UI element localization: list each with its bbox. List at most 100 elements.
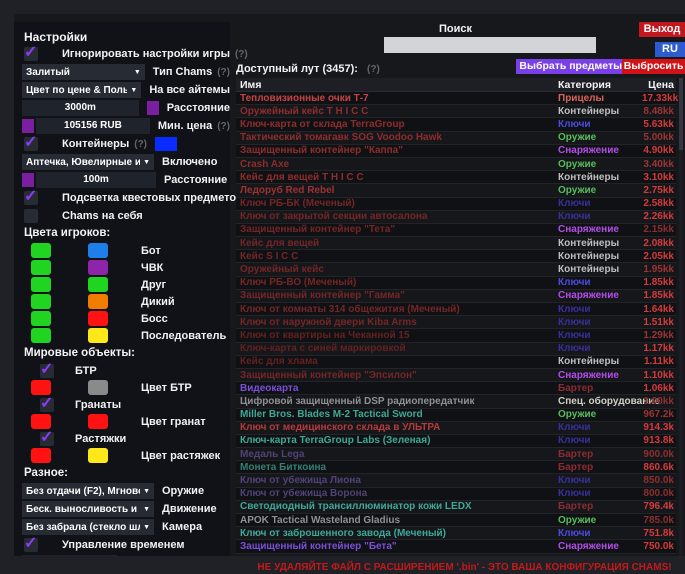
world-object-toggle-row: Гранаты: [22, 396, 230, 413]
world-object-checkbox[interactable]: [40, 398, 54, 412]
loot-item-category: Бартер: [558, 449, 642, 460]
loot-filter-dropdown[interactable]: Аптечка, Ювелирные и... ▼: [22, 154, 154, 170]
camera-dropdown[interactable]: Без забрала (стекло шлема) ▼: [22, 519, 154, 535]
color-swatch[interactable]: [88, 311, 108, 326]
loot-row[interactable]: Тепловизионные очки Т-7Прицелы17.33kk: [236, 92, 676, 105]
loot-row[interactable]: [236, 554, 676, 556]
loot-distance-color-swatch[interactable]: [22, 173, 34, 187]
loot-row[interactable]: Ключ от медицинского склада в УЛЬТРАКлюч…: [236, 422, 676, 435]
loot-item-price: 796.4k: [642, 501, 676, 512]
loot-scrollbar[interactable]: [679, 78, 683, 556]
distance-color-swatch[interactable]: [147, 101, 159, 115]
containers-checkbox[interactable]: [24, 137, 38, 151]
loot-item-category: Ключи: [558, 435, 642, 446]
world-object-checkbox[interactable]: [40, 364, 54, 378]
quest-highlight-checkbox[interactable]: [24, 191, 38, 205]
time-control-checkbox[interactable]: [24, 538, 38, 552]
loot-title-text: Доступный лут (3457):: [236, 63, 358, 75]
color-swatch[interactable]: [88, 243, 108, 258]
player-color-label: Босс: [141, 313, 168, 325]
loot-distance-input[interactable]: 100m: [36, 172, 156, 188]
camera-value: Без забрала (стекло шлема): [26, 522, 140, 533]
loot-row[interactable]: Защищенный контейнер "Бета"Снаряжение750…: [236, 540, 676, 553]
chams-self-checkbox[interactable]: [24, 209, 38, 223]
loot-row[interactable]: Монета БиткоинаБартер860.6k: [236, 461, 676, 474]
all-items-dropdown[interactable]: Цвет по цене & Пользователь ▼: [22, 82, 141, 98]
color-swatch[interactable]: [31, 260, 51, 275]
color-swatch[interactable]: [31, 277, 51, 292]
loot-row[interactable]: Ключ от комнаты 314 общежития (Меченый)К…: [236, 303, 676, 316]
loot-table: Имя Категория Цена Тепловизионные очки Т…: [236, 78, 676, 556]
color-swatch[interactable]: [31, 328, 51, 343]
world-object-label: Гранаты: [75, 399, 121, 411]
loot-row[interactable]: Miller Bros. Blades M-2 Tactical SwordОр…: [236, 409, 676, 422]
loot-item-price: 1.29kk: [642, 330, 676, 341]
chams-type-dropdown[interactable]: Залитый ▼: [22, 64, 145, 80]
loot-row[interactable]: Светодиодный трансиллюминатор кожи LEDXБ…: [236, 501, 676, 514]
color-swatch[interactable]: [88, 380, 108, 395]
color-swatch[interactable]: [88, 294, 108, 309]
loot-row[interactable]: Кейс S I C CКонтейнеры2.05kk: [236, 250, 676, 263]
loot-row[interactable]: Ключ РБ-БК (Меченый)Ключи2.58kk: [236, 198, 676, 211]
loot-title: Доступный лут (3457): (?): [236, 63, 380, 75]
loot-row[interactable]: Ключ-карта от склада TerraGroupКлючи5.63…: [236, 118, 676, 131]
loot-row[interactable]: Ключ от квартиры на Чеканной 15Ключи1.29…: [236, 329, 676, 342]
loot-row[interactable]: Тактический томагавк SOG Voodoo HawkОруж…: [236, 132, 676, 145]
scrollbar-thumb[interactable]: [679, 78, 683, 150]
loot-row[interactable]: Ключ от заброшенного завода (Меченый)Клю…: [236, 527, 676, 540]
drop-all-button[interactable]: Выбросить все: [622, 59, 685, 74]
movement-dropdown[interactable]: Беск. выносливость и нет уста ▼: [22, 501, 154, 517]
distance-input[interactable]: 3000m: [22, 100, 139, 116]
color-swatch[interactable]: [31, 448, 51, 463]
color-swatch[interactable]: [31, 311, 51, 326]
loot-row[interactable]: Ключ от убежища ЛионаКлючи850.0k: [236, 474, 676, 487]
search-input[interactable]: [384, 37, 596, 53]
loot-row[interactable]: Медаль LegaБартер900.0k: [236, 448, 676, 461]
loot-row[interactable]: Ледоруб Red RebelОружие2.75kk: [236, 184, 676, 197]
color-swatch[interactable]: [88, 328, 108, 343]
loot-row[interactable]: Цифровой защищенный DSP радиопередатчикС…: [236, 395, 676, 408]
chams-type-value: Залитый: [26, 67, 70, 78]
exit-button[interactable]: Выход: [639, 22, 685, 37]
ignore-settings-checkbox[interactable]: [24, 47, 38, 61]
loot-item-category: Ключи: [558, 304, 642, 315]
language-button[interactable]: RU: [655, 42, 685, 57]
loot-row[interactable]: Защищенный контейнер "Эпсилон"Снаряжение…: [236, 369, 676, 382]
loot-row[interactable]: APOK Tactical Wasteland GladiusОружие785…: [236, 514, 676, 527]
loot-row[interactable]: Ключ-карта TerraGroup Labs (Зеленая)Ключ…: [236, 435, 676, 448]
color-swatch[interactable]: [31, 294, 51, 309]
loot-row[interactable]: ВидеокартаБартер1.06kk: [236, 382, 676, 395]
loot-item-price: 1.10kk: [642, 370, 676, 381]
color-swatch[interactable]: [31, 243, 51, 258]
hours-input[interactable]: 21h: [22, 555, 117, 556]
color-swatch[interactable]: [88, 448, 108, 463]
player-color-row: Дикий: [22, 293, 230, 310]
loot-row[interactable]: Защищенный контейнер "Гамма"Снаряжение1.…: [236, 290, 676, 303]
loot-row[interactable]: Ключ РБ-ВО (Меченый)Ключи1.85kk: [236, 277, 676, 290]
loot-row[interactable]: Ключ от наружной двери Kiba ArmsКлючи1.5…: [236, 316, 676, 329]
min-price-input[interactable]: 105156 RUB: [36, 118, 150, 134]
loot-item-category: Ключи: [558, 277, 642, 288]
color-swatch[interactable]: [88, 260, 108, 275]
color-swatch[interactable]: [88, 277, 108, 292]
weapon-dropdown[interactable]: Без отдачи (F2), Мгновенное п ▼: [22, 483, 154, 499]
min-price-color-swatch[interactable]: [22, 119, 34, 133]
loot-item-category: Прицелы: [558, 93, 642, 104]
loot-row[interactable]: Crash AxeОружие3.40kk: [236, 158, 676, 171]
loot-row[interactable]: Кейс для вещей T H I C CКонтейнеры3.10kk: [236, 171, 676, 184]
loot-row[interactable]: Защищенный контейнер "Тета"Снаряжение2.1…: [236, 224, 676, 237]
loot-row[interactable]: Кейс для вещейКонтейнеры2.08kk: [236, 237, 676, 250]
loot-row[interactable]: Ключ-карта с синей маркировкойКлючи1.17k…: [236, 343, 676, 356]
containers-color-swatch[interactable]: [155, 137, 177, 151]
loot-row[interactable]: Ключ от убежища ВоронаКлючи800.0k: [236, 488, 676, 501]
loot-row[interactable]: Ключ от закрытой секции автосалонаКлючи2…: [236, 211, 676, 224]
help-hint: (?): [217, 121, 230, 132]
loot-row[interactable]: Оружейный кейсКонтейнеры1.95kk: [236, 263, 676, 276]
loot-item-category: Ключи: [558, 475, 642, 486]
loot-row[interactable]: Оружейный кейс T H I C CКонтейнеры8.48kk: [236, 105, 676, 118]
world-object-checkbox[interactable]: [40, 432, 54, 446]
loot-row[interactable]: Защищенный контейнер "Каппа"Снаряжение4.…: [236, 145, 676, 158]
loot-row[interactable]: Кейс для хламаКонтейнеры1.11kk: [236, 356, 676, 369]
loot-item-price: 750.0k: [642, 541, 676, 552]
color-swatch[interactable]: [88, 414, 108, 429]
